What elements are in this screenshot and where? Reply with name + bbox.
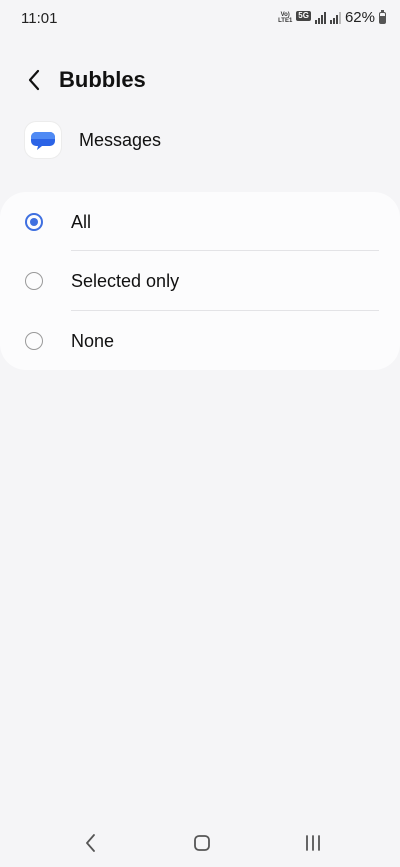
nav-back-icon [86,834,95,852]
volte-indicator: Vo) LTE1 [278,12,292,24]
back-button[interactable] [18,64,50,96]
status-bar: 11:01 Vo) LTE1 5G 62% [0,0,400,38]
header: Bubbles [0,58,400,102]
app-name: Messages [79,129,162,150]
volte-line2: LTE1 [278,17,293,24]
signal-sim2-icon [329,11,341,24]
radio-none[interactable] [25,332,43,350]
option-all[interactable]: All [0,192,400,252]
option-selected-only[interactable]: Selected only [0,251,400,311]
network-type-badge: 5G [296,11,311,21]
chevron-left-icon [28,69,40,91]
battery-icon [379,9,386,24]
nav-home-icon [194,835,210,851]
nav-home-button[interactable] [188,829,216,857]
messages-bubble-icon [31,132,55,150]
status-icons: Vo) LTE1 5G 62% [278,9,386,26]
option-label: All [71,211,92,232]
status-time: 11:01 [21,10,58,27]
nav-recents-icon [306,835,320,851]
app-info-row: Messages [25,122,161,158]
nav-back-button[interactable] [77,829,105,857]
messages-app-icon [25,122,61,158]
radio-selected-only[interactable] [25,272,43,290]
radio-all[interactable] [25,213,43,231]
option-none[interactable]: None [0,311,400,371]
navigation-bar [0,817,400,867]
bubbles-options-card: All Selected only None [0,192,400,370]
page-title: Bubbles [59,67,146,92]
nav-recents-button[interactable] [299,829,327,857]
option-label: Selected only [71,270,180,291]
signal-icon [314,11,326,24]
option-label: None [71,330,115,351]
battery-percent: 62% [344,9,375,26]
